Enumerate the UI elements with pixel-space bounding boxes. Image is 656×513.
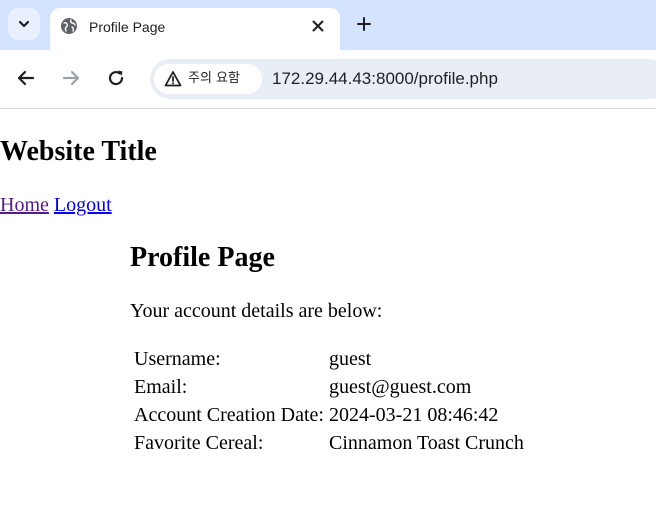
site-nav: Home Logout: [0, 193, 112, 217]
warning-icon: [164, 71, 182, 87]
globe-icon: [61, 18, 77, 34]
tab-close-button[interactable]: [308, 16, 328, 36]
favorite-cereal-label: Favorite Cereal:: [134, 432, 264, 454]
email-label: Email:: [134, 376, 188, 398]
account-details-table: Username: guest Email: guest@guest.com A…: [130, 344, 528, 459]
page-content: Website Title Home Logout Profile Page Y…: [0, 109, 656, 513]
back-button[interactable]: [14, 66, 38, 90]
reload-button[interactable]: [104, 66, 128, 90]
url-text[interactable]: 172.29.44.43:8000/profile.php: [272, 68, 498, 90]
favorite-cereal-value: Cinnamon Toast Crunch: [329, 432, 524, 454]
page-title: Profile Page: [130, 242, 275, 273]
forward-arrow-icon: [62, 70, 80, 86]
table-row: Username: guest: [133, 347, 525, 372]
creation-date-value: 2024-03-21 08:46:42: [329, 404, 499, 426]
new-tab-button[interactable]: [352, 12, 376, 36]
reload-icon: [108, 70, 124, 86]
logout-link[interactable]: Logout: [54, 194, 112, 216]
plus-icon: [357, 17, 371, 31]
email-value: guest@guest.com: [329, 376, 472, 398]
close-icon: [312, 20, 324, 32]
intro-text: Your account details are below:: [130, 300, 383, 322]
browser-toolbar: 주의 요함 172.29.44.43:8000/profile.php: [0, 50, 656, 109]
security-status-chip[interactable]: 주의 요함: [154, 64, 262, 94]
creation-date-label: Account Creation Date:: [134, 404, 324, 426]
security-status-label: 주의 요함: [188, 71, 240, 86]
table-row: Email: guest@guest.com: [133, 375, 525, 400]
username-value: guest: [329, 348, 372, 370]
home-link[interactable]: Home: [0, 194, 49, 216]
site-title: Website Title: [0, 136, 157, 167]
table-row: Favorite Cereal: Cinnamon Toast Crunch: [133, 431, 525, 456]
table-row: Account Creation Date: 2024-03-21 08:46:…: [133, 403, 525, 428]
tab-list-button[interactable]: [8, 8, 40, 40]
address-bar[interactable]: 주의 요함 172.29.44.43:8000/profile.php: [150, 59, 656, 99]
chevron-down-icon: [18, 20, 30, 28]
tab-profile-page[interactable]: Profile Page: [50, 8, 340, 50]
tab-title: Profile Page: [89, 19, 166, 35]
back-arrow-icon: [17, 70, 35, 86]
username-label: Username:: [134, 348, 221, 370]
forward-button[interactable]: [59, 66, 83, 90]
tab-strip: Profile Page: [0, 0, 656, 50]
